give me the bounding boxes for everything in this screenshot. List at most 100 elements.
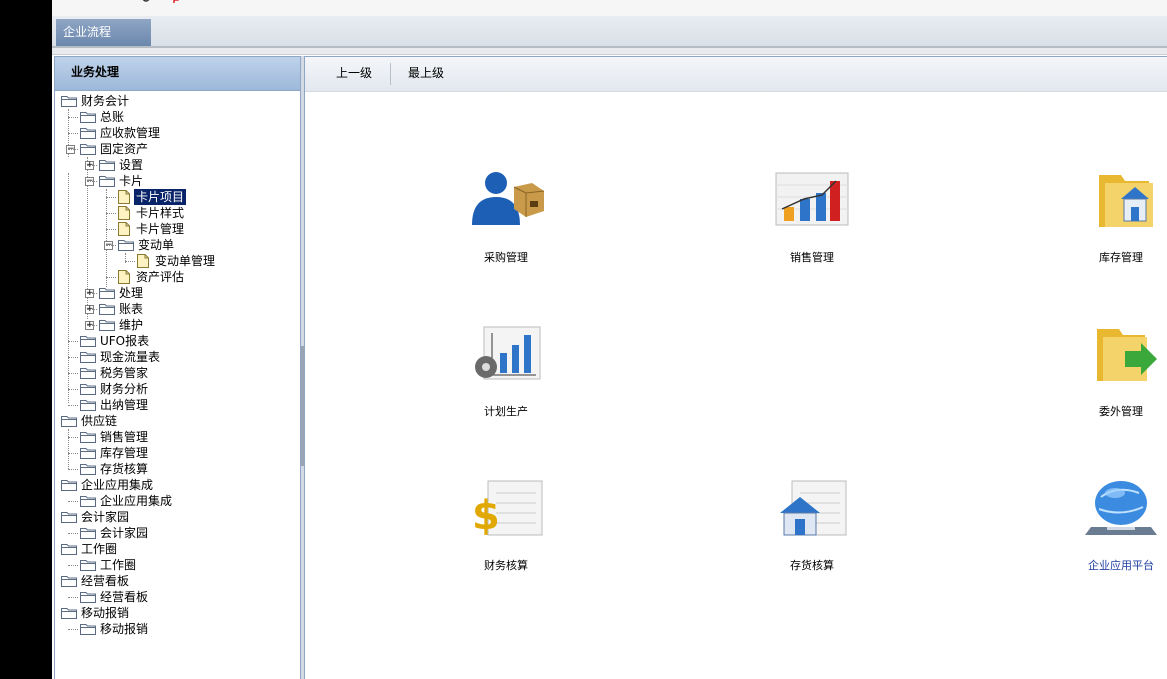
tree-folder[interactable]: 经营看板 bbox=[61, 573, 131, 589]
module-sales[interactable]: 销售管理 bbox=[752, 169, 872, 265]
tree-item-label: 现金流量表 bbox=[100, 350, 161, 364]
folder-icon bbox=[99, 320, 115, 331]
folder-icon bbox=[80, 352, 96, 363]
tab-enterprise-process[interactable]: 企业流程 bbox=[56, 19, 151, 46]
tree-folder[interactable]: 会计家园 bbox=[61, 509, 131, 525]
svg-text:$: $ bbox=[472, 493, 500, 539]
tree-folder[interactable]: 企业应用集成 bbox=[61, 477, 155, 493]
purchase-icon bbox=[472, 172, 545, 225]
tree-folder[interactable]: 总账 bbox=[80, 109, 126, 125]
tree-item-label: 经营看板 bbox=[81, 574, 130, 588]
module-label: 采购管理 bbox=[484, 251, 528, 264]
tree-folder[interactable]: 会计家园 bbox=[80, 525, 150, 541]
folder-icon bbox=[80, 384, 96, 395]
module-purchase[interactable]: 采购管理 bbox=[446, 169, 566, 265]
folder-icon bbox=[61, 416, 77, 427]
top-strip bbox=[52, 0, 1167, 17]
tree-item-label: 财务分析 bbox=[100, 382, 149, 396]
folder-icon bbox=[80, 128, 96, 139]
folder-icon bbox=[80, 336, 96, 347]
tree-item-label: 固定资产 bbox=[100, 142, 149, 156]
document-icon bbox=[118, 190, 130, 204]
tree-folder[interactable]: 存货核算 bbox=[80, 461, 150, 477]
module-platform[interactable]: 企业应用平台 bbox=[1061, 477, 1167, 573]
folder-icon bbox=[61, 608, 77, 619]
outsourcing-icon bbox=[1097, 329, 1157, 381]
tree-folder[interactable]: 固定资产 bbox=[80, 141, 150, 157]
nav-toolbar: 上一级 最上级 bbox=[305, 57, 1167, 92]
folder-icon bbox=[99, 160, 115, 171]
tree-item-label: 卡片项目 bbox=[134, 189, 187, 205]
tree-item-label: 设置 bbox=[119, 158, 144, 172]
production-plan-icon bbox=[475, 326, 541, 380]
folder-icon bbox=[80, 432, 96, 443]
tree-folder[interactable]: 财务分析 bbox=[80, 381, 150, 397]
tree-folder[interactable]: UFO报表 bbox=[80, 333, 151, 349]
business-tree-panel: 业务处理 财务会计 总账 应收款管理 固定资产 − 设置 + 卡片 − 卡片项目 卡片样式 卡片管理变… bbox=[54, 56, 301, 679]
folder-icon bbox=[61, 96, 77, 107]
divider bbox=[52, 48, 1167, 55]
module-finance[interactable]: $ 财务核算 bbox=[446, 477, 566, 573]
module-production-plan[interactable]: 计划生产 bbox=[446, 323, 566, 419]
tree-item-label: 企业应用集成 bbox=[81, 478, 154, 492]
tree-leaf[interactable]: 变动单管理 bbox=[137, 253, 217, 269]
module-label: 存货核算 bbox=[790, 559, 834, 572]
tree-item-label: 移动报销 bbox=[100, 622, 149, 636]
tree-folder[interactable]: 应收款管理 bbox=[80, 125, 162, 141]
finance-dollar-icon: $ bbox=[472, 480, 543, 539]
tree-leaf[interactable]: 卡片样式 bbox=[118, 205, 186, 221]
tree-folder[interactable]: 企业应用集成 bbox=[80, 493, 174, 509]
module-outsourcing[interactable]: 委外管理 bbox=[1061, 323, 1167, 419]
module-stock[interactable]: 存货核算 bbox=[752, 477, 872, 573]
tree-folder[interactable]: 处理 bbox=[99, 285, 145, 301]
tree-item-label: 卡片 bbox=[119, 174, 144, 188]
inventory-folder-icon bbox=[1099, 175, 1153, 227]
folder-icon bbox=[80, 368, 96, 379]
tree-leaf[interactable]: 卡片项目 bbox=[118, 189, 187, 205]
folder-icon bbox=[80, 400, 96, 411]
module-label: 计划生产 bbox=[484, 405, 528, 418]
tree-folder[interactable]: 出纳管理 bbox=[80, 397, 150, 413]
tree-folder[interactable]: 工作圈 bbox=[80, 557, 138, 573]
tree-folder[interactable]: 设置 bbox=[99, 157, 145, 173]
tree-folder[interactable]: 现金流量表 bbox=[80, 349, 162, 365]
document-icon bbox=[118, 206, 130, 220]
document-icon bbox=[118, 270, 130, 284]
tree-item-label: 财务会计 bbox=[81, 94, 130, 108]
tree-item-label: 供应链 bbox=[81, 414, 118, 428]
tree-item-label: 工作圈 bbox=[81, 542, 118, 556]
tree-folder[interactable]: 销售管理 bbox=[80, 429, 150, 445]
tree-folder[interactable]: 库存管理 bbox=[80, 445, 150, 461]
tree-item-label: 工作圈 bbox=[100, 558, 137, 572]
document-icon bbox=[137, 254, 149, 268]
folder-icon bbox=[80, 528, 96, 539]
tree-leaf[interactable]: 卡片管理 bbox=[118, 221, 186, 237]
tree-item-label: 变动单管理 bbox=[155, 254, 216, 268]
tree-item-label: 资产评估 bbox=[136, 270, 185, 284]
tree-leaf[interactable]: 资产评估 bbox=[118, 269, 186, 285]
tree-item-label: UFO报表 bbox=[100, 334, 150, 348]
tree-folder[interactable]: 供应链 bbox=[61, 413, 119, 429]
tree-folder[interactable]: 经营看板 bbox=[80, 589, 150, 605]
tree-folder[interactable]: 工作圈 bbox=[61, 541, 119, 557]
up-level-button[interactable]: 上一级 bbox=[336, 57, 372, 91]
toolbar-separator bbox=[390, 63, 391, 85]
tree-folder[interactable]: 移动报销 bbox=[61, 605, 131, 621]
top-level-button[interactable]: 最上级 bbox=[408, 57, 444, 91]
tree-folder[interactable]: 财务会计 bbox=[61, 93, 131, 109]
tree-item-label: 会计家园 bbox=[81, 510, 130, 524]
tree-item-label: 企业应用集成 bbox=[100, 494, 173, 508]
tree-item-label: 经营看板 bbox=[100, 590, 149, 604]
tree-folder[interactable]: 卡片 bbox=[99, 173, 145, 189]
tree-item-label: 销售管理 bbox=[100, 430, 149, 444]
module-panel: 上一级 最上级 采购管理 销售管理 库存管理 计划生产 委外管理 $ 财务核算 … bbox=[304, 56, 1167, 679]
tree-folder[interactable]: 变动单 bbox=[118, 237, 176, 253]
tree-folder[interactable]: 维护 bbox=[99, 317, 145, 333]
tree-folder[interactable]: 移动报销 bbox=[80, 621, 150, 637]
module-inventory[interactable]: 库存管理 bbox=[1061, 169, 1167, 265]
tree-folder[interactable]: 账表 bbox=[99, 301, 145, 317]
folder-icon bbox=[80, 560, 96, 571]
tree-item-label: 库存管理 bbox=[100, 446, 149, 460]
tab-bar: 企业流程 bbox=[52, 16, 1167, 48]
tree-folder[interactable]: 税务管家 bbox=[80, 365, 150, 381]
